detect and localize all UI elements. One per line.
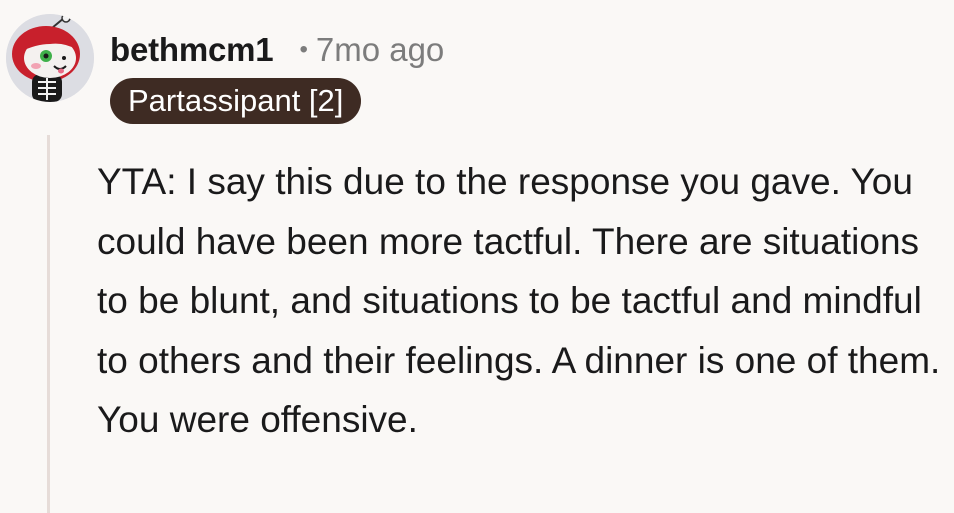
user-flair-badge: Partassipant [2] bbox=[110, 78, 362, 124]
user-avatar-icon[interactable] bbox=[6, 14, 94, 102]
author-username[interactable]: bethmcm1 bbox=[110, 31, 274, 69]
comment-timestamp[interactable]: 7mo ago bbox=[316, 31, 444, 69]
meta-separator: • bbox=[299, 36, 308, 63]
thread-line[interactable] bbox=[47, 135, 50, 513]
comment-meta: bethmcm1 • 7mo ago bbox=[110, 26, 444, 74]
comment: bethmcm1 • 7mo ago Partassipant [2] YTA:… bbox=[0, 0, 954, 513]
comment-body: YTA: I say this due to the response you … bbox=[97, 161, 941, 440]
